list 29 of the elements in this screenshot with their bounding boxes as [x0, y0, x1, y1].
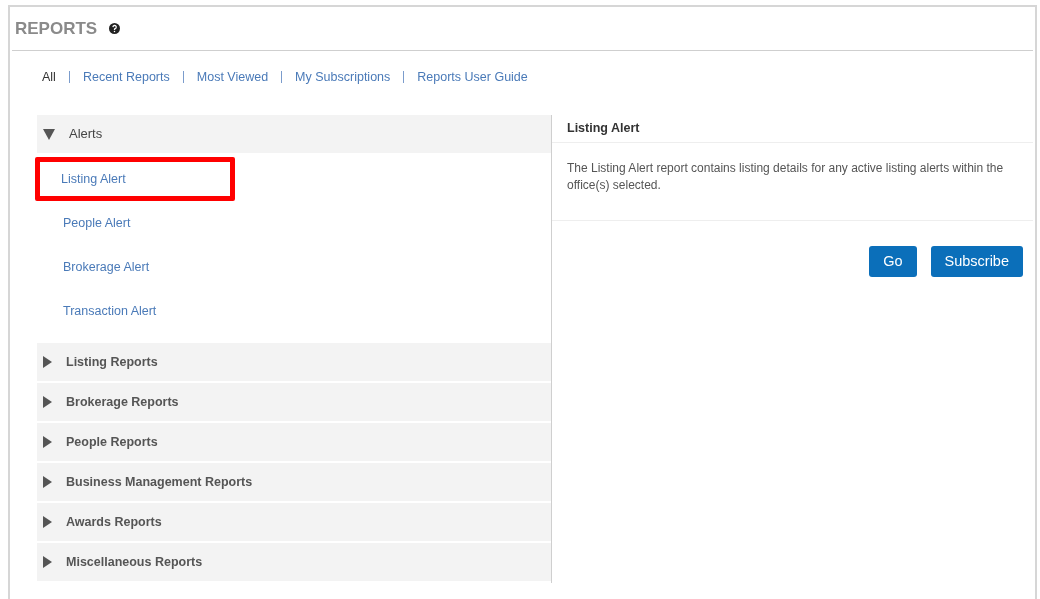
category-header[interactable]: Brokerage Reports [37, 383, 551, 423]
nav-link[interactable]: Reports User Guide [417, 67, 528, 87]
nav-link[interactable]: All [42, 67, 56, 87]
category-header[interactable]: Business Management Reports [37, 463, 551, 503]
action-button[interactable]: Go [869, 246, 917, 277]
help-icon [109, 23, 121, 34]
action-button[interactable]: Subscribe [930, 246, 1023, 277]
nav-link[interactable]: Recent Reports [82, 67, 170, 87]
report-link[interactable]: Transaction Alert [37, 289, 157, 333]
nav-link[interactable]: Most Viewed [196, 67, 269, 87]
category-label: Brokerage Reports [66, 393, 179, 411]
category-header[interactable]: Listing Reports [37, 343, 551, 383]
detail-description: The Listing Alert report contains listing details for any active listing alerts within the office(s) selected. [567, 160, 1005, 194]
category-label: Alerts [69, 125, 103, 144]
category-header[interactable]: Awards Reports [37, 503, 551, 543]
category-label: Business Management Reports [66, 473, 253, 491]
nav-link[interactable]: My Subscriptions [295, 67, 391, 87]
page-title: REPORTS [15, 17, 98, 40]
report-link[interactable]: Listing Alert [35, 157, 235, 201]
category-label: Listing Reports [66, 353, 158, 371]
detail-title: Listing Alert [567, 120, 640, 138]
category-header[interactable]: Alerts [37, 115, 551, 155]
category-label: Awards Reports [66, 513, 162, 531]
category-label: People Reports [66, 433, 158, 451]
category-header[interactable]: People Reports [37, 423, 551, 463]
report-link[interactable]: Brokerage Alert [37, 245, 150, 289]
category-header[interactable]: Miscellaneous Reports [37, 543, 551, 583]
report-link[interactable]: People Alert [37, 201, 131, 245]
category-label: Miscellaneous Reports [66, 553, 203, 571]
